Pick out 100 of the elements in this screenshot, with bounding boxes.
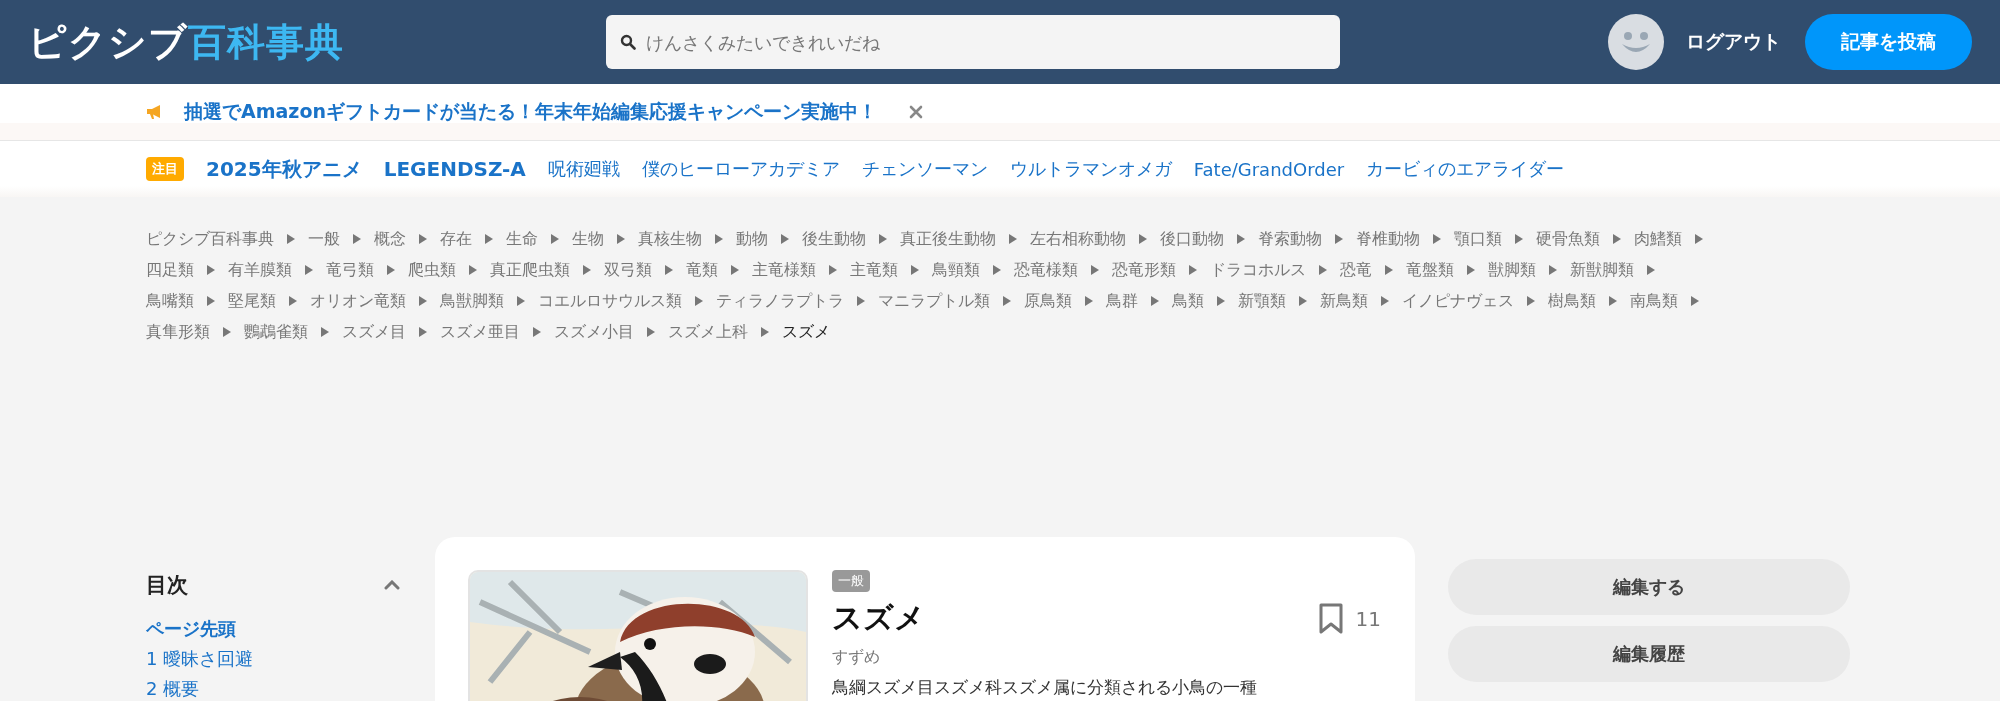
triangle-icon — [206, 263, 216, 276]
trending-link[interactable]: Fate/GrandOrder — [1193, 158, 1345, 180]
category-tag[interactable]: 一般 — [832, 570, 870, 592]
breadcrumb-link[interactable]: 鳥類 — [1172, 289, 1204, 312]
breadcrumb-link[interactable]: 肉鰭類 — [1634, 227, 1682, 250]
breadcrumb-link[interactable]: 主竜類 — [850, 258, 898, 281]
triangle-icon — [288, 294, 298, 307]
breadcrumb-link[interactable]: 真隼形類 — [146, 320, 210, 343]
breadcrumb-link[interactable]: 真正爬虫類 — [490, 258, 570, 281]
breadcrumb-link[interactable]: 左右相称動物 — [1030, 227, 1126, 250]
breadcrumb-link[interactable]: 竜弓類 — [326, 258, 374, 281]
site-logo[interactable]: ピクシブ百科事典 — [28, 16, 344, 68]
breadcrumb-link[interactable]: 四足類 — [146, 258, 194, 281]
triangle-icon — [1380, 294, 1390, 307]
breadcrumb-link[interactable]: ピクシブ百科事典 — [146, 227, 274, 250]
breadcrumb-link[interactable]: 堅尾類 — [228, 289, 276, 312]
chevron-up-icon[interactable] — [384, 580, 400, 590]
breadcrumb-link[interactable]: 双弓類 — [604, 258, 652, 281]
trending-link[interactable]: 呪術廻戦 — [547, 157, 620, 181]
trending-link[interactable]: チェンソーマン — [861, 157, 988, 181]
logout-link[interactable]: ログアウト — [1686, 29, 1781, 55]
trending-link[interactable]: 僕のヒーローアカデミア — [641, 157, 840, 181]
breadcrumb-link[interactable]: 南鳥類 — [1630, 289, 1678, 312]
breadcrumb-link[interactable]: 原鳥類 — [1024, 289, 1072, 312]
triangle-icon — [418, 325, 428, 338]
triangle-icon — [878, 232, 888, 245]
breadcrumb-link[interactable]: 存在 — [440, 227, 472, 250]
close-icon[interactable] — [908, 105, 923, 119]
triangle-icon — [1002, 294, 1012, 307]
triangle-icon — [1138, 232, 1148, 245]
breadcrumb-link[interactable]: ドラコホルス — [1210, 258, 1306, 281]
breadcrumb-link[interactable]: 真核生物 — [638, 227, 702, 250]
breadcrumb-link[interactable]: 爬虫類 — [408, 258, 456, 281]
breadcrumb-link[interactable]: 新獣脚類 — [1570, 258, 1634, 281]
breadcrumb-link[interactable]: 脊椎動物 — [1356, 227, 1420, 250]
breadcrumb-link[interactable]: 動物 — [736, 227, 768, 250]
triangle-icon — [1236, 232, 1246, 245]
breadcrumb-link[interactable]: 鳥嘴類 — [146, 289, 194, 312]
toc-link[interactable]: 1 曖昧さ回避 — [146, 647, 400, 671]
triangle-icon — [1384, 263, 1394, 276]
action-button[interactable]: 編集する — [1448, 559, 1850, 615]
breadcrumb-link[interactable]: ティラノラプトラ — [716, 289, 844, 312]
breadcrumb-link[interactable]: 竜類 — [686, 258, 718, 281]
breadcrumb-link[interactable]: 後口動物 — [1160, 227, 1224, 250]
triangle-icon — [1216, 294, 1226, 307]
triangle-icon — [646, 325, 656, 338]
breadcrumb-link[interactable]: 硬骨魚類 — [1536, 227, 1600, 250]
breadcrumb-link[interactable]: オリオン竜類 — [310, 289, 406, 312]
breadcrumb-link[interactable]: 有羊膜類 — [228, 258, 292, 281]
breadcrumb-link[interactable]: 恐竜様類 — [1014, 258, 1078, 281]
breadcrumb-link[interactable]: 鳥頸類 — [932, 258, 980, 281]
breadcrumb-link[interactable]: 恐竜形類 — [1112, 258, 1176, 281]
breadcrumb-link[interactable]: 竜盤類 — [1406, 258, 1454, 281]
avatar-icon[interactable] — [1608, 14, 1664, 70]
breadcrumb-link[interactable]: スズメ小目 — [554, 320, 634, 343]
campaign-link[interactable]: 抽選でAmazonギフトカードが当たる！年末年始編集応援キャンペーン実施中！ — [184, 99, 877, 125]
breadcrumb-link[interactable]: スズメ目 — [342, 320, 406, 343]
triangle-icon — [1432, 232, 1442, 245]
breadcrumb-link[interactable]: 顎口類 — [1454, 227, 1502, 250]
triangle-icon — [222, 325, 232, 338]
breadcrumb-link[interactable]: 真正後生動物 — [900, 227, 996, 250]
breadcrumb-link[interactable]: 新顎類 — [1238, 289, 1286, 312]
breadcrumb-link[interactable]: 恐竜 — [1340, 258, 1372, 281]
breadcrumb-link[interactable]: マニラプトル類 — [878, 289, 990, 312]
triangle-icon — [550, 232, 560, 245]
breadcrumb-link[interactable]: 鳥群 — [1106, 289, 1138, 312]
toc-link[interactable]: 2 概要 — [146, 677, 400, 701]
breadcrumb-link[interactable]: コエルロサウルス類 — [538, 289, 682, 312]
search-field[interactable]: けんさくみたいできれいだね — [606, 15, 1340, 69]
breadcrumb-link[interactable]: 生命 — [506, 227, 538, 250]
action-button[interactable]: 編集履歴 — [1448, 626, 1850, 682]
triangle-icon — [1084, 294, 1094, 307]
trending-link[interactable]: 2025年秋アニメ — [206, 155, 362, 183]
trending-link[interactable]: LEGENDSZ-A — [383, 157, 526, 181]
triangle-icon — [1694, 232, 1704, 245]
breadcrumb-link[interactable]: 鸚鵡雀類 — [244, 320, 308, 343]
breadcrumb-link[interactable]: 脊索動物 — [1258, 227, 1322, 250]
bookmark-icon[interactable] — [1317, 602, 1344, 635]
post-article-button[interactable]: 記事を投稿 — [1805, 14, 1972, 70]
article-reading: すずめ — [832, 647, 881, 668]
breadcrumb-link[interactable]: 主竜様類 — [752, 258, 816, 281]
breadcrumb-link[interactable]: 生物 — [572, 227, 604, 250]
triangle-icon — [1150, 294, 1160, 307]
breadcrumb-link[interactable]: 後生動物 — [802, 227, 866, 250]
breadcrumb-link[interactable]: 鳥獣脚類 — [440, 289, 504, 312]
breadcrumb-link[interactable]: 概念 — [374, 227, 406, 250]
article-title: スズメ — [832, 599, 926, 637]
breadcrumb-link[interactable]: 獣脚類 — [1488, 258, 1536, 281]
triangle-icon — [320, 325, 330, 338]
trending-link[interactable]: ウルトラマンオメガ — [1009, 157, 1172, 181]
breadcrumb-link[interactable]: イノピナヴェス — [1402, 289, 1514, 312]
breadcrumb-link[interactable]: 一般 — [308, 227, 340, 250]
triangle-icon — [780, 232, 790, 245]
trending-link[interactable]: カービィのエアライダー — [1366, 157, 1565, 181]
breadcrumb-link[interactable]: 新鳥類 — [1320, 289, 1368, 312]
toc-link[interactable]: ページ先頭 — [146, 617, 400, 641]
breadcrumb-link[interactable]: スズメ亜目 — [440, 320, 520, 343]
triangle-icon — [418, 294, 428, 307]
breadcrumb-link[interactable]: スズメ上科 — [668, 320, 748, 343]
breadcrumb-link[interactable]: 樹鳥類 — [1548, 289, 1596, 312]
